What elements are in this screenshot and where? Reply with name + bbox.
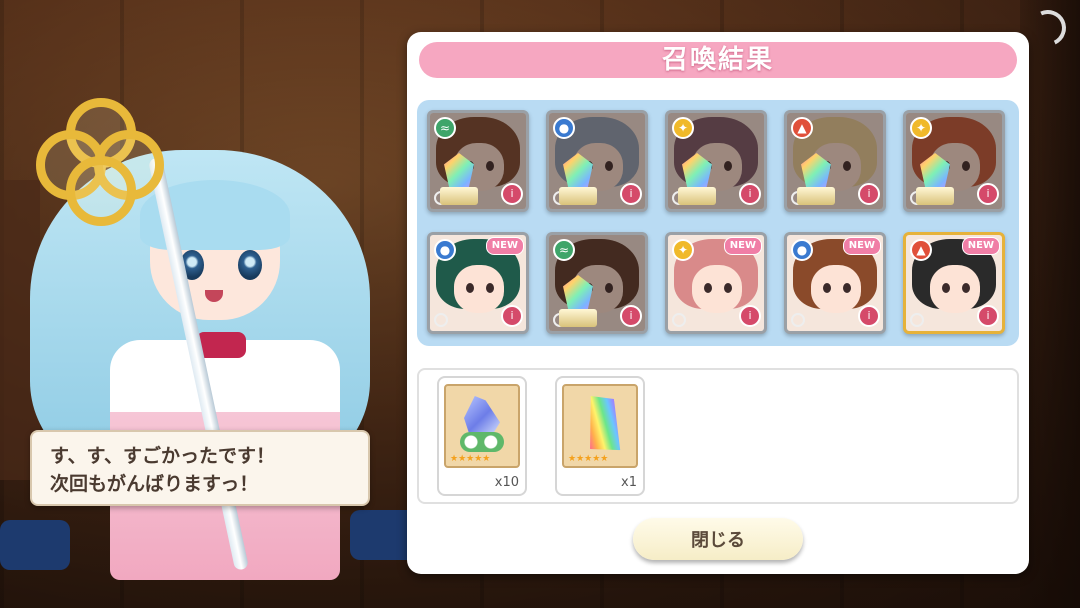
summon-card[interactable]: ≈ i <box>427 110 529 212</box>
pedestal-icon <box>440 187 478 205</box>
rainbow-shard-icon <box>577 390 627 457</box>
wind-element-icon: ≈ <box>553 239 575 261</box>
summon-card[interactable]: ● i NEW <box>427 232 529 334</box>
pedestal-icon <box>916 187 954 205</box>
light-element-icon: ✦ <box>672 239 694 261</box>
rainbow-gem-icon <box>444 153 474 191</box>
wind-element-icon: ≈ <box>434 117 456 139</box>
summon-result-panel: 召喚結果 ≈ i ● i ✦ i ▲ i ✦ i ● i NEW ≈ i ✦ i NEW ● i NEW ▲ i NEW ★★… <box>407 32 1029 574</box>
pedestal-icon <box>797 187 835 205</box>
new-badge: NEW <box>723 237 762 255</box>
item-crystal-flower[interactable]: ★★★★★ x10 <box>437 376 527 496</box>
speech-line-2: 次回もがんばりますっ！ <box>50 473 259 495</box>
new-badge: NEW <box>961 237 1000 255</box>
rainbow-gem-icon <box>563 153 593 191</box>
summon-card[interactable]: ✦ i NEW <box>665 232 767 334</box>
character-illustration <box>0 40 430 608</box>
class-icon: i <box>858 183 880 205</box>
water-element-icon: ● <box>791 239 813 261</box>
clover-staff-icon <box>36 98 164 226</box>
flower-icon <box>460 432 504 452</box>
class-icon: i <box>501 183 523 205</box>
fire-element-icon: ▲ <box>791 117 813 139</box>
speech-bubble: す、す、すごかったです！ 次回もがんばりますっ！ <box>30 430 370 506</box>
item-list: ★★★★★ x10 ★★★★★ x1 <box>417 368 1019 504</box>
water-element-icon: ● <box>434 239 456 261</box>
light-element-icon: ✦ <box>910 117 932 139</box>
summon-card[interactable]: ● i <box>546 110 648 212</box>
class-icon: i <box>501 305 523 327</box>
water-element-icon: ● <box>553 117 575 139</box>
summon-card[interactable]: ▲ i NEW <box>903 232 1005 334</box>
pedestal-icon <box>678 187 716 205</box>
pedestal-icon <box>559 309 597 327</box>
rainbow-gem-icon <box>682 153 712 191</box>
class-icon: i <box>739 183 761 205</box>
rarity-icon <box>910 313 924 327</box>
item-quantity: x1 <box>621 475 637 490</box>
item-stars: ★★★★★ <box>568 454 609 464</box>
class-icon: i <box>620 305 642 327</box>
rainbow-gem-icon <box>920 153 950 191</box>
speech-line-1: す、す、すごかったです！ <box>50 445 275 467</box>
summon-card[interactable]: ● i NEW <box>784 232 886 334</box>
class-icon: i <box>977 305 999 327</box>
background-shadow <box>1020 0 1080 608</box>
item-rainbow-shard[interactable]: ★★★★★ x1 <box>555 376 645 496</box>
summon-card[interactable]: ✦ i <box>665 110 767 212</box>
rarity-icon <box>672 313 686 327</box>
light-element-icon: ✦ <box>672 117 694 139</box>
summon-card[interactable]: ≈ i <box>546 232 648 334</box>
panel-title: 召喚結果 <box>419 42 1017 78</box>
class-icon: i <box>620 183 642 205</box>
close-button[interactable]: 閉じる <box>633 518 803 560</box>
rarity-icon <box>434 313 448 327</box>
rarity-icon <box>791 313 805 327</box>
item-quantity: x10 <box>494 475 519 490</box>
pedestal-icon <box>559 187 597 205</box>
fire-element-icon: ▲ <box>910 239 932 261</box>
summon-card[interactable]: ✦ i <box>903 110 1005 212</box>
rainbow-gem-icon <box>563 275 593 313</box>
item-stars: ★★★★★ <box>450 454 491 464</box>
summon-card[interactable]: ▲ i <box>784 110 886 212</box>
class-icon: i <box>739 305 761 327</box>
card-grid: ≈ i ● i ✦ i ▲ i ✦ i ● i NEW ≈ i ✦ i NEW ● i NEW ▲ i NEW <box>417 100 1019 346</box>
class-icon: i <box>977 183 999 205</box>
new-badge: NEW <box>842 237 881 255</box>
rainbow-gem-icon <box>801 153 831 191</box>
class-icon: i <box>858 305 880 327</box>
new-badge: NEW <box>485 237 524 255</box>
